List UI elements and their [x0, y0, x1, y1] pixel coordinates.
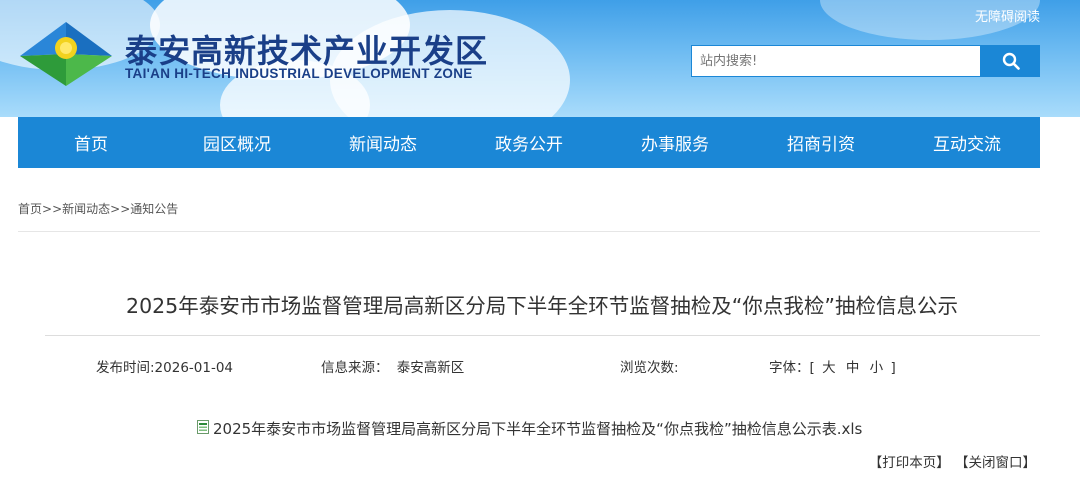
zone-logo-icon	[20, 22, 112, 86]
font-size-small-button[interactable]: 小	[867, 360, 887, 376]
nav-item-interaction[interactable]: 互动交流	[894, 117, 1040, 168]
main-nav: 首页 园区概况 新闻动态 政务公开 办事服务 招商引资 互动交流	[18, 117, 1040, 168]
nav-item-home[interactable]: 首页	[18, 117, 164, 168]
font-size-bracket: ]	[890, 360, 896, 376]
info-source-value: 泰安高新区	[396, 360, 465, 376]
search-input[interactable]	[691, 45, 981, 77]
font-size-large-button[interactable]: 大	[819, 360, 839, 376]
site-header: 泰安高新技术产业开发区 TAI'AN HI-TECH INDUSTRIAL DE…	[0, 0, 1080, 117]
excel-file-icon	[197, 419, 209, 434]
search-icon	[1002, 52, 1020, 70]
accessibility-link[interactable]: 无障碍阅读	[975, 6, 1040, 25]
font-size-label: 字体：[	[769, 360, 815, 376]
info-source-label: 信息来源：	[321, 360, 389, 376]
breadcrumb-separator: >>	[110, 202, 131, 216]
nav-item-investment[interactable]: 招商引资	[748, 117, 894, 168]
nav-item-park-overview[interactable]: 园区概况	[164, 117, 310, 168]
view-count-label: 浏览次数:	[620, 360, 679, 376]
publish-time: 发布时间:2026-01-04	[96, 360, 234, 376]
search-button[interactable]	[981, 45, 1040, 77]
article-title: 2025年泰安市市场监督管理局高新区分局下半年全环节监督抽检及“你点我检”抽检信…	[126, 294, 958, 318]
font-size-control: 字体：[ 大 中 小 ]	[769, 356, 896, 376]
info-source: 信息来源： 泰安高新区	[321, 356, 464, 376]
attachment-filename: 2025年泰安市市场监督管理局高新区分局下半年全环节监督抽检及“你点我检”抽检信…	[213, 420, 863, 438]
page-actions: 【打印本页】 【关闭窗口】	[857, 451, 1036, 471]
breadcrumb-news[interactable]: 新闻动态	[62, 202, 110, 216]
breadcrumb: 首页>>新闻动态>>通知公告	[18, 200, 178, 217]
site-logo-english: TAI'AN HI-TECH INDUSTRIAL DEVELOPMENT ZO…	[125, 66, 473, 81]
print-page-button[interactable]: 【打印本页】	[869, 455, 950, 471]
divider	[45, 335, 1040, 336]
divider	[18, 231, 1040, 232]
attachment-link[interactable]: 2025年泰安市市场监督管理局高新区分局下半年全环节监督抽检及“你点我检”抽检信…	[197, 418, 862, 439]
nav-item-news[interactable]: 新闻动态	[310, 117, 456, 168]
breadcrumb-notices[interactable]: 通知公告	[130, 202, 178, 216]
nav-item-government-affairs[interactable]: 政务公开	[456, 117, 602, 168]
font-size-medium-button[interactable]: 中	[843, 360, 863, 376]
close-window-button[interactable]: 【关闭窗口】	[962, 455, 1036, 471]
breadcrumb-home[interactable]: 首页	[18, 202, 42, 216]
breadcrumb-separator: >>	[42, 202, 63, 216]
nav-item-services[interactable]: 办事服务	[602, 117, 748, 168]
